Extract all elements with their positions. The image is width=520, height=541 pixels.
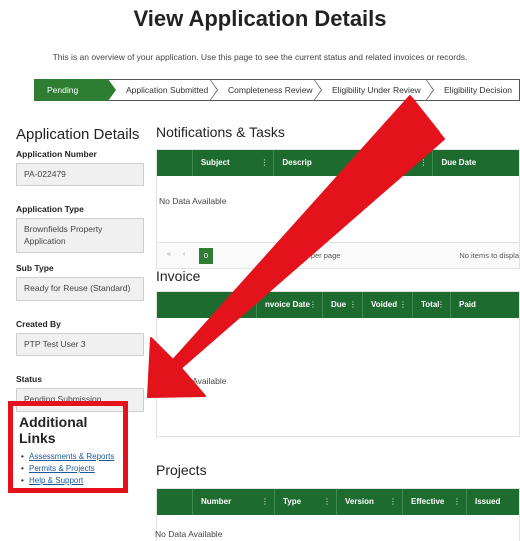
created-by-field: PTP Test User 3 <box>16 332 144 357</box>
column-header-due[interactable]: Due ⋮ <box>323 292 363 318</box>
column-header-voided[interactable]: Voided ⋮ <box>363 292 413 318</box>
link-permits-projects[interactable]: Permits & Projects <box>21 464 117 473</box>
column-header-effective[interactable]: Effective ⋮ <box>403 489 467 515</box>
grid-header: Number ⋮ Type ⋮ Version ⋮ Effective ⋮ Issued <box>157 489 519 515</box>
first-page-button[interactable]: « <box>167 251 171 258</box>
link-assessments-reports[interactable]: Assessments & Reports <box>21 452 117 461</box>
column-header-version[interactable]: Version ⋮ <box>337 489 403 515</box>
column-header-issued[interactable]: Issued <box>467 489 519 515</box>
status-label: Status <box>16 374 42 385</box>
column-menu-icon[interactable]: ⋮ <box>437 292 445 318</box>
no-items-label: No items to displa <box>459 251 519 260</box>
column-header-subject[interactable]: Subject ⋮ <box>193 150 275 176</box>
panel-title: Application Details <box>16 126 140 143</box>
column-header-blank <box>157 150 193 176</box>
pager: « ‹ 0 s per page No items to displa <box>157 242 519 268</box>
projects-grid: Number ⋮ Type ⋮ Version ⋮ Effective ⋮ Issued… <box>155 488 520 541</box>
previous-page-button[interactable]: ‹ <box>183 251 185 258</box>
grid-header: nvoice Date ⋮ Due ⋮ Voided ⋮ Total ⋮ Paid <box>157 292 519 318</box>
step-application-submitted: Application Submitted <box>108 79 218 101</box>
column-menu-icon[interactable]: ⋮ <box>399 292 407 318</box>
step-label: Application Submitted <box>126 85 209 95</box>
empty-message: No Data Available <box>159 196 227 206</box>
application-number-field: PA-022479 <box>16 163 144 187</box>
column-header-total[interactable]: Total ⋮ <box>413 292 451 318</box>
notifications-title: Notifications & Tasks <box>156 124 285 140</box>
link-help-support[interactable]: Help & Support <box>21 476 117 485</box>
column-header-blank <box>157 292 257 318</box>
invoices-grid: nvoice Date ⋮ Due ⋮ Voided ⋮ Total ⋮ Paid No… <box>156 291 520 437</box>
projects-title: Projects <box>156 462 207 478</box>
column-menu-icon[interactable]: ⋮ <box>261 489 269 515</box>
application-details-panel: Application Details Application Number P… <box>16 126 144 412</box>
application-type-label: Application Type <box>16 204 84 215</box>
sub-type-field: Ready for Reuse (Standard) <box>16 277 144 301</box>
page-title: View Application Details <box>133 6 387 31</box>
column-menu-icon[interactable]: ⋮ <box>389 489 397 515</box>
grid-header: Subject ⋮ Descrip ⋮ Due Date <box>157 150 519 176</box>
created-by-label: Created By <box>16 318 61 329</box>
column-menu-icon[interactable]: ⋮ <box>260 150 268 176</box>
step-pending: Pending <box>34 79 116 101</box>
current-page-button[interactable]: 0 <box>199 248 213 264</box>
items-per-page-label: s per page <box>305 251 341 260</box>
column-header-due-date[interactable]: Due Date <box>433 150 519 176</box>
column-header-invoice-date[interactable]: nvoice Date ⋮ <box>257 292 323 318</box>
column-header-type[interactable]: Type ⋮ <box>275 489 337 515</box>
column-header-number[interactable]: Number ⋮ <box>193 489 275 515</box>
application-number-label: Application Number <box>16 149 97 159</box>
empty-message: No Data Available <box>155 529 223 539</box>
column-menu-icon[interactable]: ⋮ <box>309 292 317 318</box>
links-list: Assessments & Reports Permits & Projects… <box>19 452 117 485</box>
application-type-field: Brownfields Property Application <box>16 218 144 254</box>
status-stepper: Pending Application Submitted Completene… <box>34 79 520 101</box>
column-menu-icon[interactable]: ⋮ <box>323 489 331 515</box>
step-eligibility-decision: Eligibility Decision <box>426 79 520 101</box>
additional-links-title: Additional Links <box>19 414 88 446</box>
empty-message: No Data Available <box>159 376 227 386</box>
notifications-grid: Subject ⋮ Descrip ⋮ Due Date No Data Avail… <box>156 149 520 269</box>
invoices-title: Invoice <box>156 268 201 284</box>
step-eligibility-under-review: Eligibility Under Review <box>314 79 434 101</box>
column-header-paid[interactable]: Paid <box>451 292 519 318</box>
column-header-description[interactable]: Descrip ⋮ <box>274 150 434 176</box>
step-label: Eligibility Under Review <box>332 85 421 95</box>
column-menu-icon[interactable]: ⋮ <box>453 489 461 515</box>
column-menu-icon[interactable]: ⋮ <box>349 292 357 318</box>
additional-links-box: Additional Links Assessments & Reports P… <box>8 401 128 493</box>
page-subtitle: This is an overview of your application.… <box>52 52 468 62</box>
step-label: Eligibility Decision <box>444 85 513 95</box>
step-label: Pending <box>47 85 79 95</box>
sub-type-label: Sub Type <box>16 263 54 274</box>
column-menu-icon[interactable]: ⋮ <box>419 150 427 176</box>
step-label: Completeness Review <box>228 85 313 95</box>
step-completeness-review: Completeness Review <box>210 79 322 101</box>
column-header-blank <box>157 489 193 515</box>
